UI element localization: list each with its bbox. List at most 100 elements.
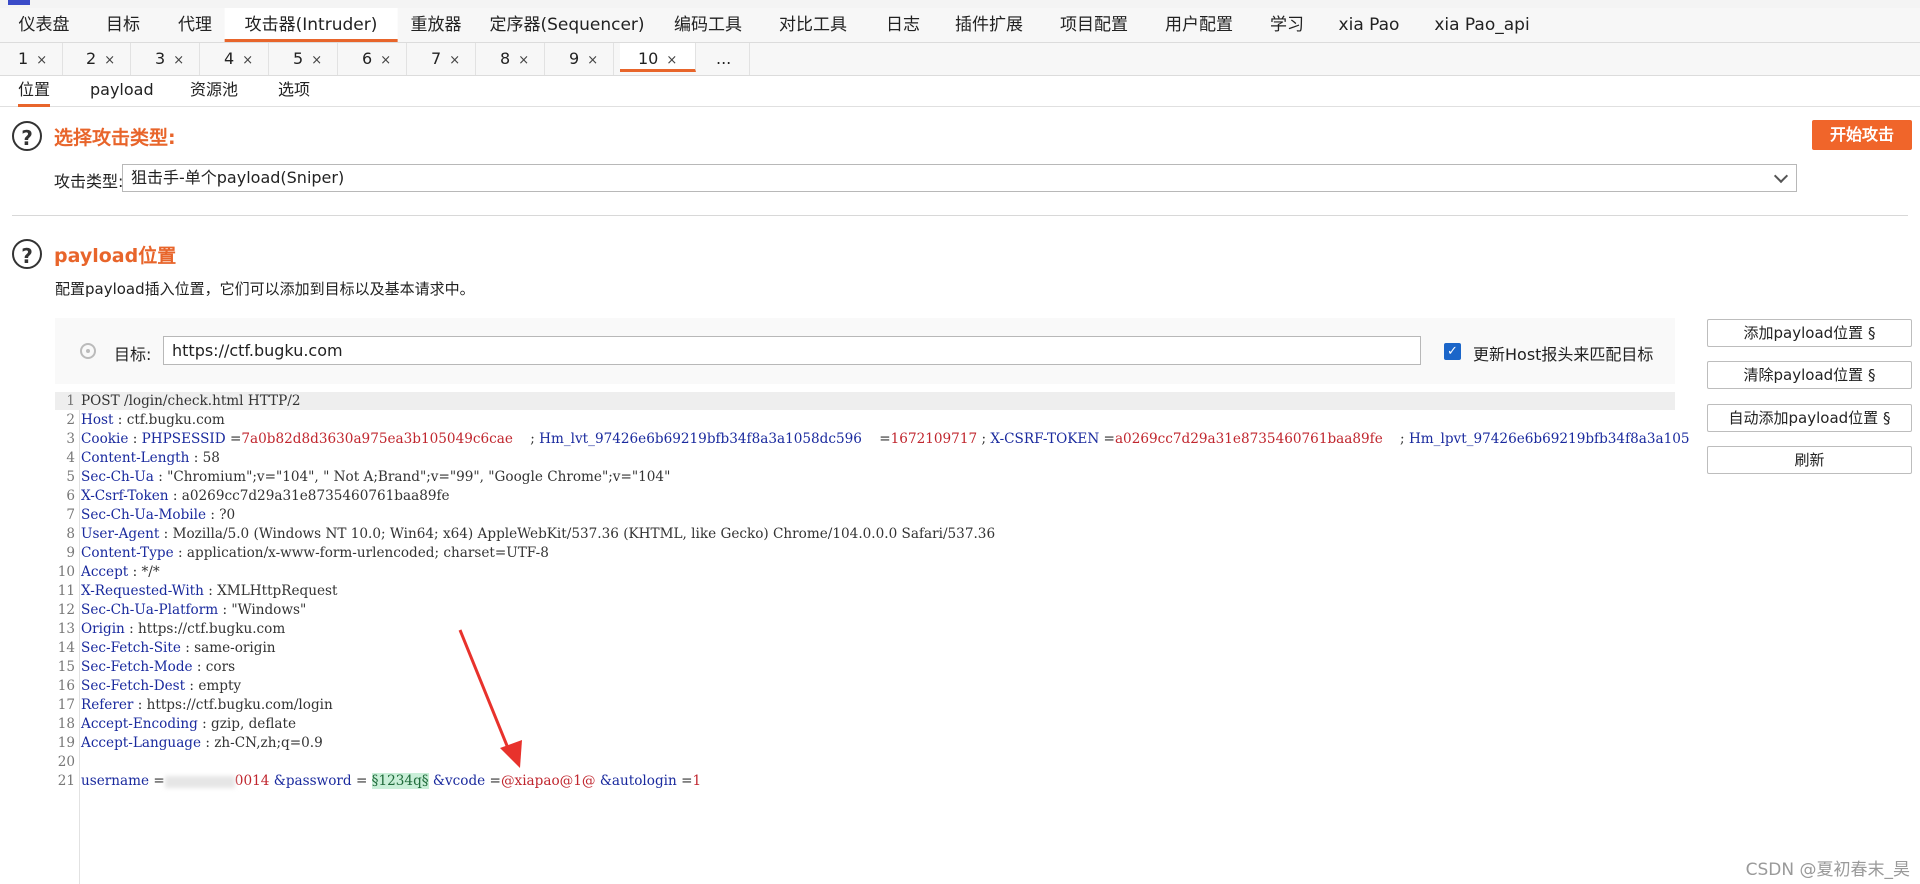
request-body-line: 21 username = 0014 &password = §1234q§ &vc… bbox=[57, 773, 702, 789]
intruder-tab-4[interactable]: 4 × bbox=[206, 43, 269, 75]
menu-sequencer[interactable]: 定序器(Sequencer) bbox=[489, 8, 644, 42]
request-line: 1 POST /login/check.html HTTP/2 bbox=[55, 392, 1675, 410]
request-line: 18 Accept-Encoding : gzip, deflate bbox=[57, 716, 297, 732]
subtab-payloads[interactable]: payload bbox=[90, 76, 154, 104]
tab-label: 2 bbox=[86, 49, 97, 68]
tab-label: 8 bbox=[500, 49, 511, 68]
request-line: 20 bbox=[57, 754, 75, 770]
request-line: 7 Sec-Ch-Ua-Mobile : ?0 bbox=[66, 507, 236, 523]
tab-close-icon[interactable]: × bbox=[666, 53, 677, 68]
start-attack-button[interactable]: 开始攻击 bbox=[1812, 120, 1912, 150]
request-line: 10 Accept : */* bbox=[57, 564, 160, 580]
tab-label: 7 bbox=[431, 49, 442, 68]
app-mark bbox=[8, 0, 30, 5]
intruder-tab-8[interactable]: 8 × bbox=[482, 43, 545, 75]
help-icon[interactable]: ? bbox=[12, 121, 42, 151]
tab-label: 4 bbox=[224, 49, 235, 68]
menu-repeater[interactable]: 重放器 bbox=[411, 8, 462, 42]
arrow-annotation bbox=[458, 629, 522, 768]
target-label: 目标: bbox=[114, 345, 152, 364]
crosshair-icon bbox=[80, 343, 96, 359]
intruder-tab-1[interactable]: 1 × bbox=[0, 43, 63, 75]
subtab-resource-pool[interactable]: 资源池 bbox=[190, 76, 238, 104]
intruder-tab-5[interactable]: 5 × bbox=[275, 43, 338, 75]
request-editor[interactable] bbox=[55, 392, 1675, 884]
menu-intruder[interactable]: 攻击器(Intruder) bbox=[224, 8, 398, 42]
tab-close-icon[interactable]: × bbox=[311, 53, 322, 68]
intruder-tab-2[interactable]: 2 × bbox=[68, 43, 131, 75]
tab-label: 5 bbox=[293, 49, 304, 68]
target-input[interactable]: https://ctf.bugku.com bbox=[163, 336, 1421, 365]
request-line: 9 Content-Type : application/x-www-form-u… bbox=[66, 545, 549, 561]
tab-close-icon[interactable]: × bbox=[380, 53, 391, 68]
request-line: 19 Accept-Language : zh-CN,zh;q=0.9 bbox=[57, 735, 323, 751]
request-line: 12 Sec-Ch-Ua-Platform : "Windows" bbox=[57, 602, 307, 618]
payload-position-marker: §1234q§ bbox=[371, 773, 429, 789]
clear-payload-position-button[interactable]: 清除payload位置 § bbox=[1707, 361, 1912, 389]
help-icon[interactable]: ? bbox=[12, 239, 42, 269]
request-line: 14 Sec-Fetch-Site : same-origin bbox=[57, 640, 276, 656]
intruder-tab-6[interactable]: 6 × bbox=[344, 43, 407, 75]
menu-extensions[interactable]: 插件扩展 bbox=[955, 8, 1023, 42]
add-payload-position-button[interactable]: 添加payload位置 § bbox=[1707, 319, 1912, 347]
tab-label: 1 bbox=[18, 49, 29, 68]
request-line: 16 Sec-Fetch-Dest : empty bbox=[57, 678, 242, 694]
tab-label: 3 bbox=[155, 49, 166, 68]
menu-comparer[interactable]: 对比工具 bbox=[779, 8, 847, 42]
request-line: 11 X-Requested-With : XMLHttpRequest bbox=[57, 583, 338, 599]
request-line: 13 Origin : https://ctf.bugku.com bbox=[57, 621, 286, 637]
tab-close-icon[interactable]: × bbox=[242, 53, 253, 68]
tab-close-icon[interactable]: × bbox=[173, 53, 184, 68]
tab-close-icon[interactable]: × bbox=[587, 53, 598, 68]
menu-target[interactable]: 目标 bbox=[106, 8, 140, 42]
attack-type-select[interactable]: 狙击手-单个payload(Sniper) bbox=[122, 164, 1797, 192]
redacted-text bbox=[164, 775, 235, 788]
request-line: 3 Cookie : PHPSESSID =7a0b82d8d3630a975ea… bbox=[66, 431, 1690, 447]
request-line: 5 Sec-Ch-Ua : "Chromium";v="104", " Not A… bbox=[66, 469, 671, 485]
update-host-checkbox[interactable]: ✓ bbox=[1444, 343, 1461, 360]
tab-label: 6 bbox=[362, 49, 373, 68]
section-divider bbox=[12, 215, 1908, 216]
attack-type-value: 狙击手-单个payload(Sniper) bbox=[131, 168, 345, 187]
subtab-options[interactable]: 选项 bbox=[278, 76, 310, 104]
payload-positions-description: 配置payload插入位置，它们可以添加到目标以及基本请求中。 bbox=[55, 280, 475, 298]
tab-close-icon[interactable]: × bbox=[518, 53, 529, 68]
watermark: CSDN @夏初春末_昊 bbox=[1745, 860, 1910, 880]
request-line: 17 Referer : https://ctf.bugku.com/login bbox=[57, 697, 333, 713]
request-line: 6 X-Csrf-Token : a0269cc7d29a31e873546076… bbox=[66, 488, 450, 504]
intruder-tab-more[interactable]: ... bbox=[702, 43, 750, 75]
request-line: 8 User-Agent : Mozilla/5.0 (Windows NT 10… bbox=[66, 526, 996, 542]
tab-label: 10 bbox=[638, 49, 659, 68]
tab-close-icon[interactable]: × bbox=[104, 53, 115, 68]
request-line: 4 Content-Length : 58 bbox=[66, 450, 220, 466]
menu-logger[interactable]: 日志 bbox=[886, 8, 920, 42]
intruder-tab-7[interactable]: 7 × bbox=[413, 43, 476, 75]
menu-user-options[interactable]: 用户配置 bbox=[1165, 8, 1233, 42]
intruder-tabs-bar: 1 × 2 × 3 × 4 × 5 × 6 × 7 × 8 × 9 × 10 × ... bbox=[0, 43, 1920, 76]
update-host-label: 更新Host报头来匹配目标 bbox=[1473, 345, 1654, 364]
menu-xia-pao-api[interactable]: xia Pao_api bbox=[1434, 8, 1529, 42]
payload-positions-heading: payload位置 bbox=[54, 245, 177, 267]
main-menu-bar: 仪表盘 目标 代理 攻击器(Intruder) 重放器 定序器(Sequence… bbox=[0, 8, 1920, 43]
tab-close-icon[interactable]: × bbox=[36, 53, 47, 68]
intruder-tab-9[interactable]: 9 × bbox=[551, 43, 614, 75]
menu-proxy[interactable]: 代理 bbox=[178, 8, 212, 42]
subtab-positions[interactable]: 位置 bbox=[18, 76, 51, 107]
attack-type-label: 攻击类型: bbox=[54, 172, 124, 191]
intruder-subtabs: 位置 payload 资源池 选项 bbox=[0, 76, 1920, 107]
intruder-tab-10[interactable]: 10 × bbox=[620, 43, 696, 72]
attack-type-heading: 选择攻击类型: bbox=[54, 127, 176, 149]
menu-decoder[interactable]: 编码工具 bbox=[674, 8, 742, 42]
menu-learn[interactable]: 学习 bbox=[1270, 8, 1304, 42]
intruder-tab-3[interactable]: 3 × bbox=[137, 43, 200, 75]
refresh-button[interactable]: 刷新 bbox=[1707, 446, 1912, 474]
menu-project-options[interactable]: 项目配置 bbox=[1060, 8, 1128, 42]
chevron-down-icon bbox=[1773, 168, 1789, 184]
menu-dashboard[interactable]: 仪表盘 bbox=[19, 8, 70, 42]
menu-xia-pao[interactable]: xia Pao bbox=[1339, 8, 1400, 42]
tab-close-icon[interactable]: × bbox=[449, 53, 460, 68]
tab-label: 9 bbox=[569, 49, 580, 68]
auto-add-payload-position-button[interactable]: 自动添加payload位置 § bbox=[1707, 404, 1912, 432]
request-line: 15 Sec-Fetch-Mode : cors bbox=[57, 659, 236, 675]
request-line: 2 Host : ctf.bugku.com bbox=[66, 412, 225, 428]
